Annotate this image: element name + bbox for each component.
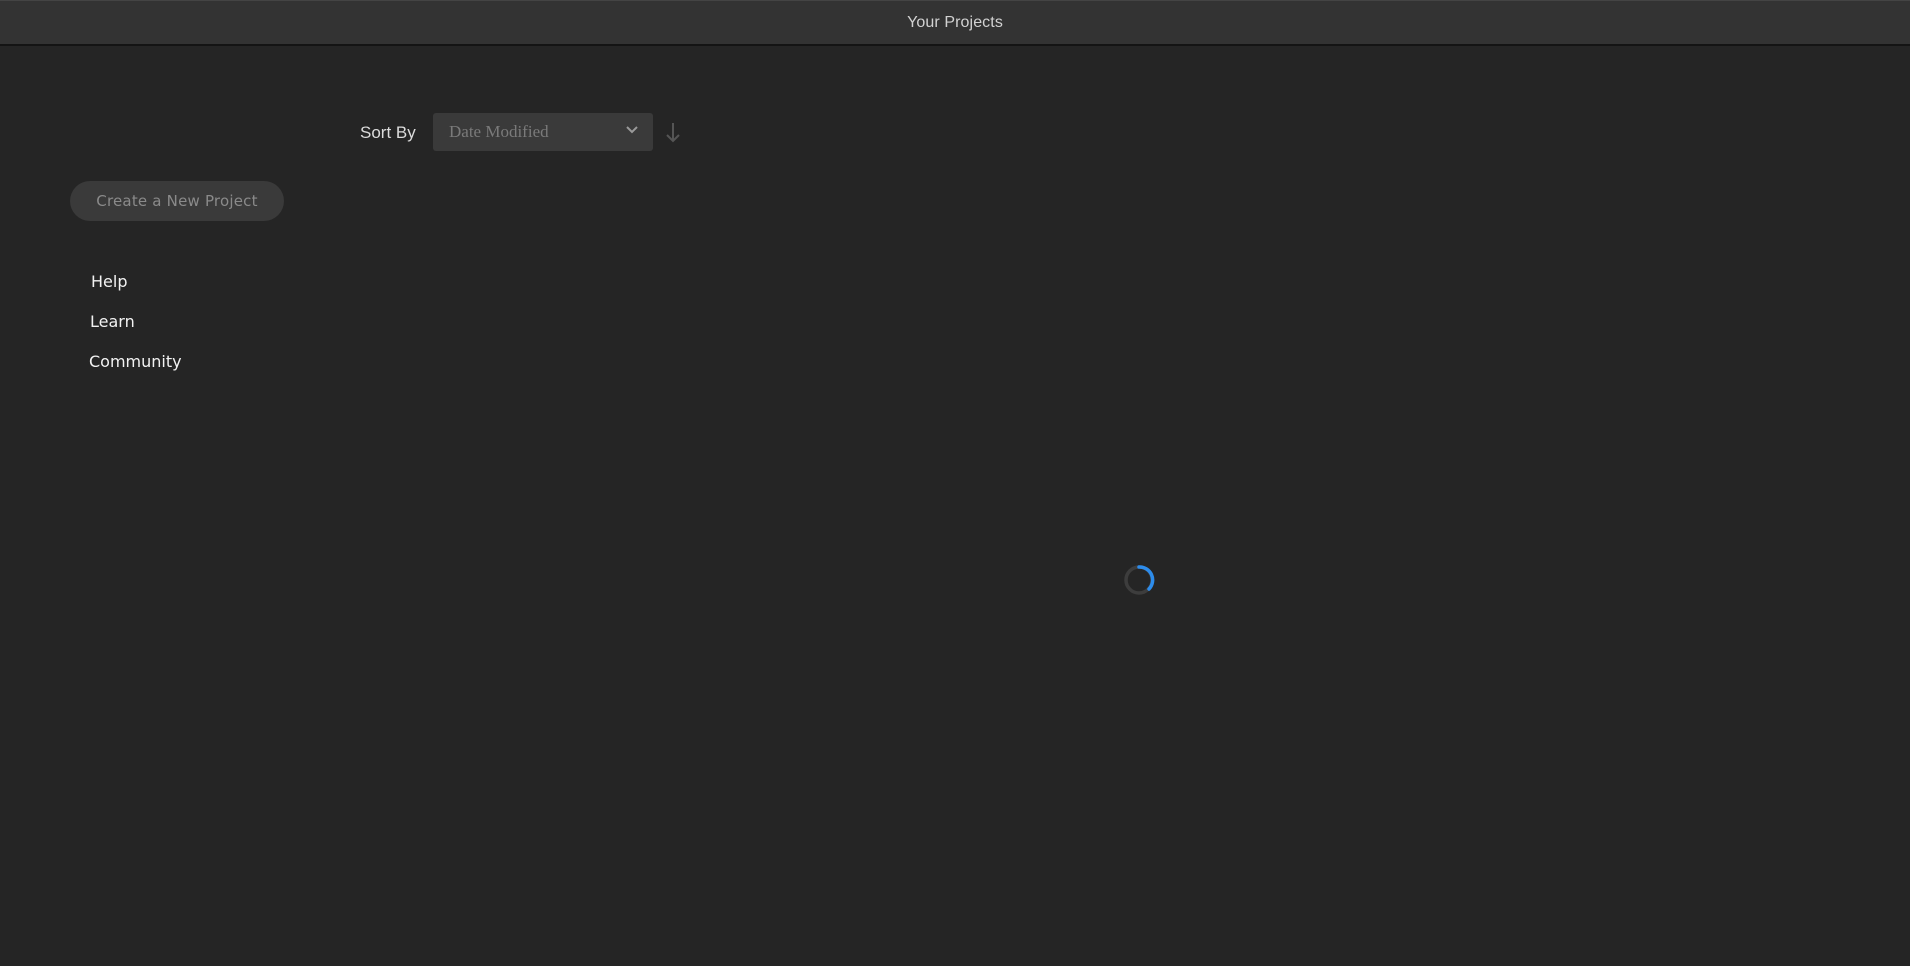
help-link[interactable]: Help bbox=[91, 272, 127, 291]
window-title: Your Projects bbox=[907, 13, 1003, 31]
loading-spinner-icon bbox=[1122, 563, 1156, 597]
title-bar: Your Projects bbox=[0, 0, 1910, 46]
sort-by-label: Sort By bbox=[360, 123, 416, 142]
sort-by-dropdown[interactable]: Date Modified bbox=[433, 113, 653, 151]
community-link[interactable]: Community bbox=[89, 352, 182, 371]
learn-link[interactable]: Learn bbox=[90, 312, 135, 331]
arrow-down-icon[interactable] bbox=[664, 121, 682, 145]
create-new-project-button[interactable]: Create a New Project bbox=[70, 181, 284, 221]
chevron-down-icon bbox=[626, 126, 638, 134]
sort-by-selected-value: Date Modified bbox=[449, 122, 549, 141]
